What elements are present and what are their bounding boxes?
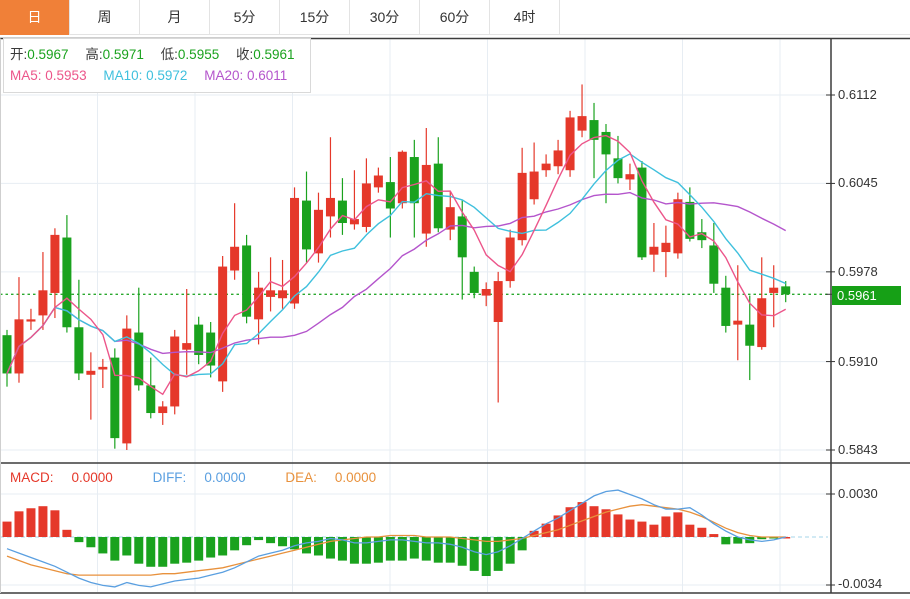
axis-label-05843: 0.5843 [838, 442, 878, 457]
high-value: 0.5971 [102, 47, 144, 62]
diff-value: 0.0000 [204, 470, 246, 485]
ma5-label: MA5: [10, 68, 42, 83]
close-label: 收: [235, 47, 254, 62]
ohlc-row: 开:0.5967 高:0.5971 低:0.5955 收:0.5961 [10, 44, 302, 65]
high-label: 高: [85, 47, 103, 62]
dea-label: DEA: [285, 470, 317, 485]
low-label: 低: [160, 47, 178, 62]
axis-label-macd-min: -0.0034 [838, 576, 883, 591]
open-label: 开: [10, 47, 28, 62]
macd-header: MACD: 0.0000 DIFF: 0.0000 DEA: 0.0000 [10, 470, 412, 485]
axis-label-05910: 0.5910 [838, 354, 878, 369]
macd-value: 0.0000 [71, 470, 113, 485]
close-value: 0.5961 [253, 47, 295, 62]
diff-label: DIFF: [152, 470, 187, 485]
dea-value: 0.0000 [334, 470, 377, 485]
axis-label-05978: 0.5978 [838, 264, 878, 279]
ma10-label: MA10: [103, 68, 143, 83]
ma20-value: 0.6011 [247, 68, 288, 83]
current-price-badge: 0.5961 [832, 286, 901, 305]
trading-chart-window: 日 周 月 5分 15分 30分 60分 4时 开:0.5967 高:0.597… [0, 0, 910, 599]
ma20-label: MA20: [204, 68, 244, 83]
axis-label-06112: 0.6112 [838, 87, 877, 102]
low-value: 0.5955 [177, 47, 220, 62]
ohlc-info-box: 开:0.5967 高:0.5971 低:0.5955 收:0.5961 MA5:… [3, 38, 311, 93]
axis-label-06045: 0.6045 [838, 175, 878, 190]
ma5-value: 0.5953 [45, 68, 87, 83]
ma-row: MA5: 0.5953 MA10: 0.5972 MA20: 0.6011 [10, 65, 302, 86]
ma10-value: 0.5972 [146, 68, 188, 83]
open-value: 0.5967 [27, 47, 69, 62]
axis-label-macd-max: 0.0030 [838, 486, 878, 501]
macd-label: MACD: [10, 470, 54, 485]
